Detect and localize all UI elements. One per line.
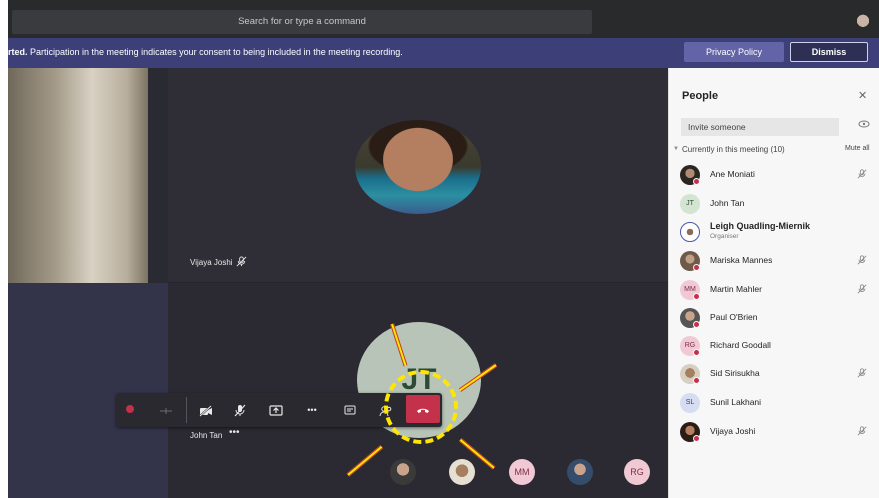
banner-text: Participation in the meeting indicates y… — [27, 47, 403, 57]
mute-all-button[interactable]: Mute all — [845, 145, 870, 152]
privacy-policy-button[interactable]: Privacy Policy — [684, 42, 784, 62]
participant-name: Richard Goodall — [710, 340, 771, 350]
participant-name: Vijaya Joshi — [710, 426, 756, 436]
avatar: SL — [680, 393, 700, 413]
participant-name: Sunil Lakhani — [710, 397, 762, 407]
tile-gap — [148, 68, 168, 283]
invite-input[interactable]: Invite someone — [681, 118, 839, 136]
mic-muted-icon — [857, 368, 867, 380]
presence-dot — [693, 293, 700, 300]
presence-dot — [693, 178, 700, 185]
participant-row[interactable]: Ane Moniati — [680, 165, 875, 187]
participant-row[interactable]: Paul O'Brien — [680, 308, 875, 330]
participant-row[interactable]: MM Martin Mahler — [680, 280, 875, 302]
roster-avatar-rg[interactable]: RG — [624, 459, 650, 485]
banner-bold-text: rted. — [8, 47, 28, 57]
mic-muted-icon — [236, 256, 247, 269]
more-options-icon[interactable]: ••• — [229, 427, 240, 438]
participant-tile-empty — [8, 283, 168, 498]
panel-title: People — [682, 90, 719, 102]
roster-avatar-mm[interactable]: MM — [509, 459, 535, 485]
roster-avatar[interactable] — [390, 459, 416, 485]
mic-muted-icon — [857, 169, 867, 181]
participant-name: Ane Moniati — [710, 169, 755, 179]
mic-muted-icon — [857, 284, 867, 296]
vijaya-name-label: Vijaya Joshi — [190, 258, 233, 267]
participant-row[interactable]: Mariska Mannes — [680, 251, 875, 273]
participant-name: Leigh Quadling-Miernik — [710, 221, 811, 231]
camera-off-icon[interactable] — [192, 393, 220, 427]
search-input[interactable]: Search for or type a command — [12, 10, 592, 34]
annotation-highlight-ring — [384, 370, 458, 444]
participant-name: Mariska Mannes — [710, 255, 773, 265]
participant-row[interactable]: Leigh Quadling-Miernik Organiser — [680, 221, 875, 244]
participant-name: Paul O'Brien — [710, 312, 758, 322]
mic-off-icon[interactable] — [226, 393, 254, 427]
section-label[interactable]: Currently in this meeting (10) — [682, 145, 785, 154]
chat-icon[interactable] — [336, 393, 364, 427]
presence-dot — [693, 264, 700, 271]
more-actions-icon[interactable]: ••• — [298, 393, 326, 427]
participant-row[interactable]: Sid Sirisukha — [680, 364, 875, 386]
roster-avatar[interactable] — [567, 459, 593, 485]
share-screen-icon[interactable] — [262, 393, 290, 427]
participant-name: John Tan — [710, 198, 745, 208]
presence-dot — [693, 377, 700, 384]
presence-dot — [693, 321, 700, 328]
recording-indicator-icon — [126, 405, 134, 413]
participant-name: Martin Mahler — [710, 284, 762, 294]
participant-row[interactable]: JT John Tan — [680, 194, 875, 216]
john-name-label: John Tan — [190, 431, 223, 440]
participant-row[interactable]: Vijaya Joshi — [680, 422, 875, 444]
avatar — [680, 222, 700, 242]
participant-row[interactable]: SL Sunil Lakhani — [680, 393, 875, 415]
vijaya-avatar — [355, 120, 481, 214]
participant-row[interactable]: RG Richard Goodall — [680, 336, 875, 358]
presence-dot — [693, 435, 700, 442]
controls-divider — [186, 397, 187, 423]
participant-name: Sid Sirisukha — [710, 368, 760, 378]
mic-muted-icon — [857, 255, 867, 267]
my-avatar[interactable] — [852, 12, 874, 34]
participants-toggle-icon[interactable] — [152, 393, 180, 427]
presence-dot — [693, 349, 700, 356]
close-icon[interactable]: ✕ — [858, 89, 867, 102]
chevron-down-icon[interactable]: ▼ — [673, 146, 679, 152]
dismiss-button[interactable]: Dismiss — [790, 42, 868, 62]
avatar: JT — [680, 194, 700, 214]
participant-role: Organiser — [710, 233, 739, 240]
mic-muted-icon — [857, 426, 867, 438]
roster-avatar[interactable] — [449, 459, 475, 485]
share-invite-icon[interactable] — [858, 120, 870, 130]
video-tile — [8, 68, 148, 283]
